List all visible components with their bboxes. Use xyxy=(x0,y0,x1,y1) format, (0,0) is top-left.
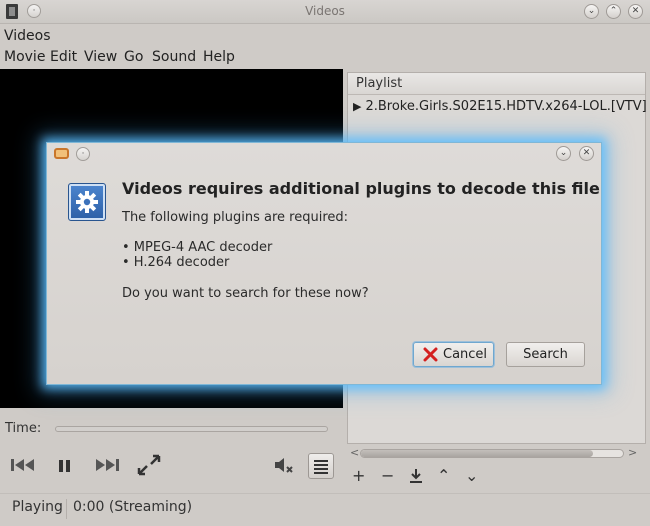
dialog-close-icon: ✕ xyxy=(582,148,591,158)
plugin-item: • H.264 decoder xyxy=(122,255,230,270)
dialog-minimize-button[interactable]: ⌄ xyxy=(556,146,571,161)
search-button[interactable]: Search xyxy=(506,342,585,367)
search-question: Do you want to search for these now? xyxy=(122,286,369,301)
dialog-menu-button[interactable]: · xyxy=(76,147,90,161)
dialog-close-button[interactable]: ✕ xyxy=(579,146,594,161)
dialog-minimize-icon: ⌄ xyxy=(559,148,568,158)
cancel-label: Cancel xyxy=(443,347,488,362)
settings-gear-icon xyxy=(68,183,106,221)
search-label: Search xyxy=(523,347,568,362)
cancel-x-icon xyxy=(423,347,438,362)
dialog-menu-glyph: · xyxy=(81,149,85,159)
plugin-item: • MPEG-4 AAC decoder xyxy=(122,240,273,255)
cancel-button[interactable]: Cancel xyxy=(413,342,494,367)
dialog-titlebar[interactable]: · ⌄ ✕ xyxy=(47,143,601,165)
required-text: The following plugins are required: xyxy=(122,210,349,225)
missing-plugins-dialog: · ⌄ ✕ Videos requires additional plugins… xyxy=(46,142,602,385)
package-icon xyxy=(54,148,69,159)
dialog-heading: Videos requires additional plugins to de… xyxy=(122,179,600,198)
